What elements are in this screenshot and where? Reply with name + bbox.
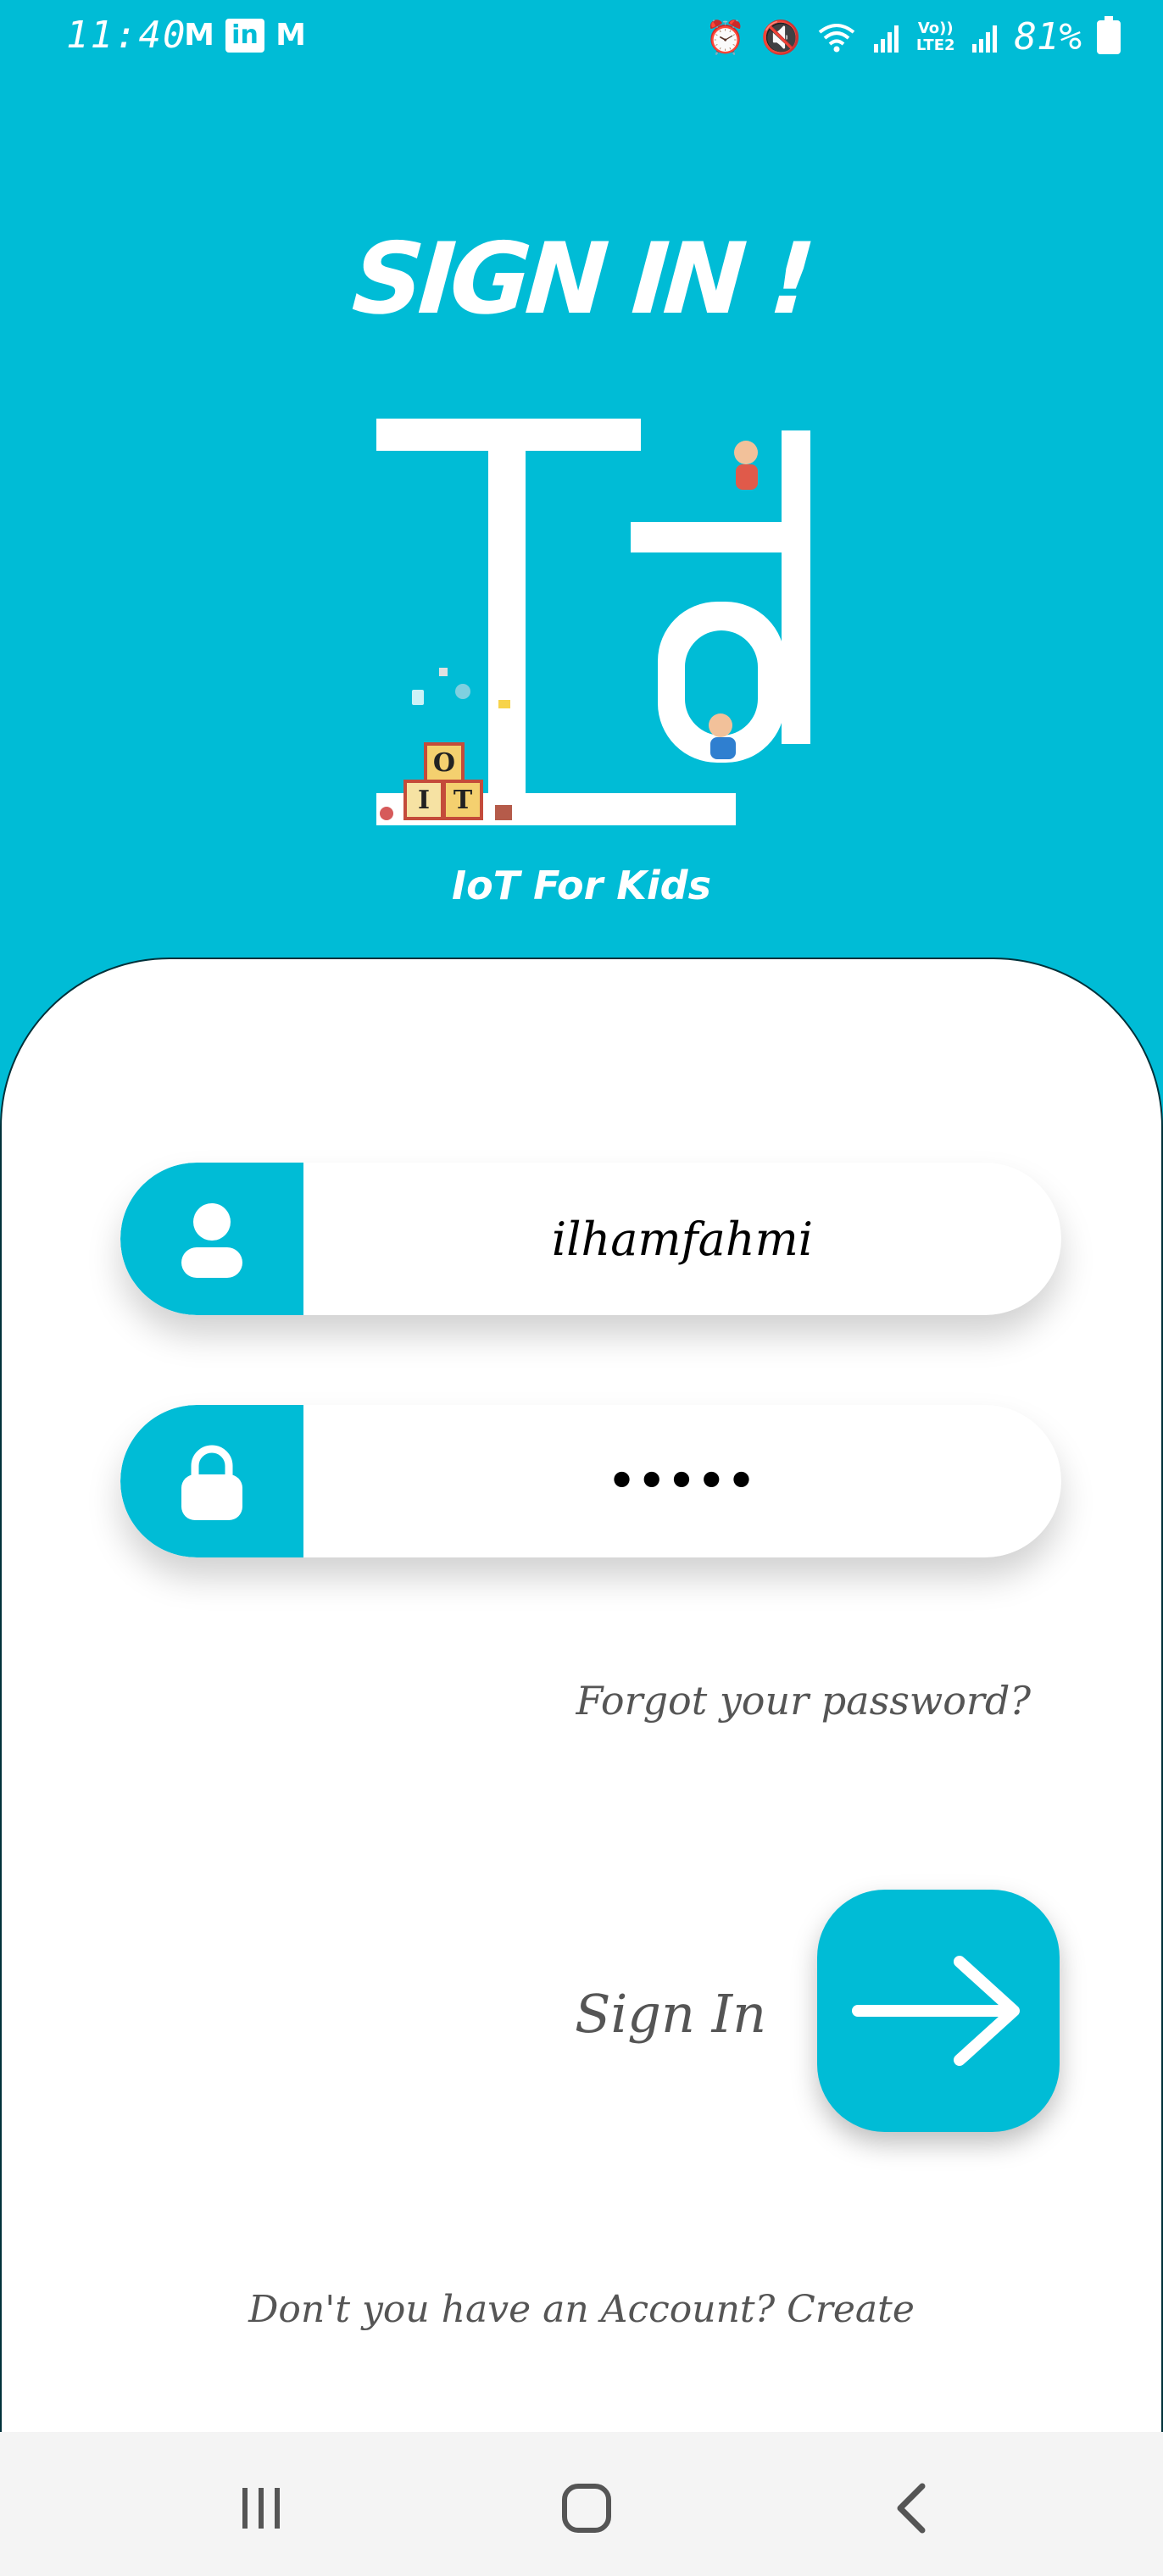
username-icon-box <box>120 1163 303 1315</box>
signin-button[interactable] <box>817 1890 1060 2132</box>
alarm-icon: ⏰ <box>705 18 746 56</box>
back-icon <box>897 2483 926 2534</box>
iot-for-kids-logo: O I T <box>376 419 810 825</box>
volte-icon: Vo)) LTE2 <box>915 19 955 54</box>
logo-block-t: T <box>454 786 473 815</box>
status-time: 11:40 <box>66 14 187 57</box>
page-title: SIGN IN ! <box>348 222 815 336</box>
user-icon <box>181 1203 242 1278</box>
home-button[interactable] <box>553 2474 620 2542</box>
linkedin-icon: in <box>225 19 264 53</box>
signal-icon <box>971 25 997 53</box>
battery-percent: 81% <box>1014 15 1082 58</box>
wifi-icon <box>818 23 855 52</box>
notification-icons: M in M <box>180 19 310 53</box>
signal-icon <box>873 25 899 53</box>
username-field[interactable]: ilhamfahmi <box>120 1163 1061 1315</box>
username-input[interactable]: ilhamfahmi <box>303 1163 1061 1315</box>
password-icon-box <box>120 1405 303 1557</box>
signin-label[interactable]: Sign In <box>575 1983 766 2045</box>
logo-block-i: I <box>418 786 430 815</box>
password-field[interactable]: ••••• <box>120 1405 1061 1557</box>
logo-caption: IoT For Kids <box>452 863 711 908</box>
status-bar: 11:40 M in M ⏰ 🔇 Vo)) LTE2 81% <box>0 0 1163 76</box>
mute-icon: 🔇 <box>760 18 801 56</box>
recent-apps-button[interactable] <box>227 2474 295 2542</box>
battery-icon <box>1097 15 1121 54</box>
status-icons: ⏰ 🔇 Vo)) LTE2 81% <box>705 15 1121 58</box>
gmail-icon: M <box>275 18 306 53</box>
logo-block-o: O <box>433 748 455 778</box>
home-icon <box>562 2484 611 2533</box>
create-account-link[interactable]: Don't you have an Account? Create <box>0 2288 1163 2331</box>
back-button[interactable] <box>878 2474 946 2542</box>
lock-icon <box>181 1445 242 1520</box>
forgot-password-link[interactable]: Forgot your password? <box>576 1678 1031 1724</box>
password-input[interactable]: ••••• <box>303 1405 1061 1557</box>
gmail-icon: M <box>184 18 214 53</box>
recent-apps-icon <box>242 2488 280 2529</box>
navigation-bar <box>0 2432 1163 2576</box>
arrow-right-icon <box>852 1956 1020 2066</box>
